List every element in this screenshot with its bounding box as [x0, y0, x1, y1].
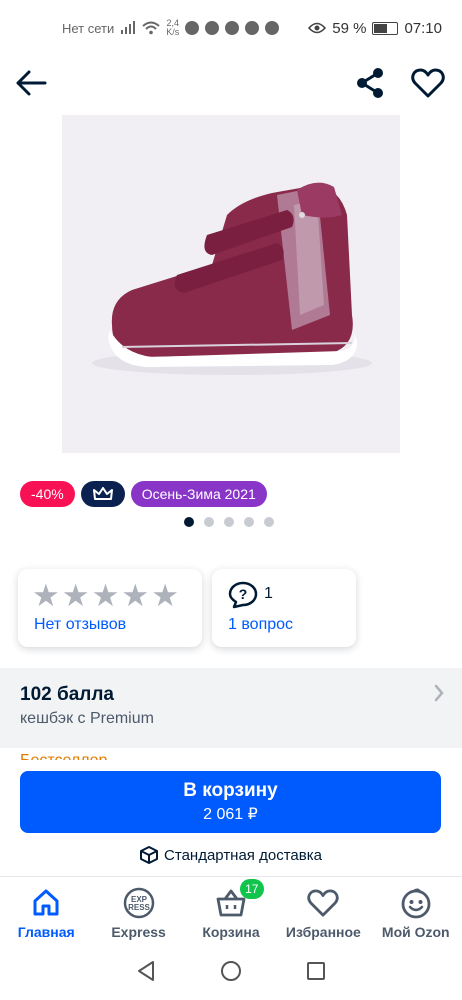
circle-home-icon: [221, 960, 241, 981]
box-icon: [140, 846, 159, 864]
premium-badge: [80, 481, 125, 507]
chrome-icon: [185, 21, 200, 35]
nav-profile-label: Мой Ozon: [381, 924, 450, 940]
status-bar: Нет сети 2,4 K/s 59 % 07:10: [0, 0, 462, 56]
add-to-cart-button[interactable]: В корзину 2 061 ₽: [20, 771, 441, 833]
rating-card[interactable]: ★ ★ ★ ★ ★ Нет отзывов: [18, 569, 202, 647]
questions-card[interactable]: ? 1 1 вопрос: [212, 569, 356, 647]
home-icon: [31, 887, 61, 919]
nav-favorites[interactable]: Избранное: [277, 877, 369, 946]
system-nav-bar: [0, 946, 462, 1000]
cashback-row[interactable]: 102 балла кешбэк с Premium: [0, 668, 462, 748]
system-home-button[interactable]: [220, 960, 242, 987]
system-back-button[interactable]: [136, 960, 156, 987]
carousel-dot[interactable]: [184, 517, 194, 527]
signal-icon: [121, 21, 136, 34]
express-icon: EXP RESS: [123, 887, 155, 919]
add-to-cart-label: В корзину: [183, 780, 278, 801]
arrow-left-icon: [16, 70, 47, 96]
question-bubble-icon: ?: [228, 581, 258, 614]
nav-cart-label: Корзина: [202, 924, 260, 940]
cashback-points: 102 балла: [20, 684, 114, 705]
nav-express-label: Express: [111, 924, 166, 940]
carousel-dot[interactable]: [244, 517, 254, 527]
carousel-dot[interactable]: [224, 517, 234, 527]
carousel-dot[interactable]: [264, 517, 274, 527]
questions-link[interactable]: 1 вопрос: [228, 616, 293, 634]
rating-stars: ★ ★ ★ ★ ★: [32, 578, 179, 613]
back-button[interactable]: [12, 64, 50, 102]
nav-favorites-label: Избранное: [285, 924, 361, 940]
questions-count: 1: [264, 585, 273, 602]
share-button[interactable]: [351, 64, 389, 102]
app-bar: [0, 56, 462, 108]
star-icon: ★: [91, 578, 120, 613]
nav-home-label: Главная: [17, 924, 75, 940]
speed-unit: K/s: [166, 27, 180, 37]
system-recents-button[interactable]: [306, 961, 326, 986]
cart-count-badge: 17: [239, 879, 264, 899]
nav-home[interactable]: Главная: [0, 877, 92, 946]
buy-panel: В корзину 2 061 ₽ Стандартная доставка: [0, 760, 462, 876]
network-speed: 2,4 K/s: [166, 19, 179, 37]
smiley-icon: [400, 887, 432, 919]
battery-percent: 59 %: [332, 19, 367, 37]
product-image[interactable]: [62, 115, 400, 453]
chrome-icon: [225, 21, 240, 35]
star-icon: ★: [151, 578, 179, 613]
battery-icon: [372, 21, 399, 35]
clock: 07:10: [404, 19, 442, 37]
star-icon: ★: [32, 578, 60, 613]
season-badge: Осень-Зима 2021: [130, 481, 267, 507]
shoe-illustration: [92, 182, 372, 375]
delivery-info: Стандартная доставка: [0, 846, 462, 864]
heart-icon: [307, 887, 339, 919]
star-icon: ★: [121, 578, 150, 613]
chrome-icon: [205, 21, 220, 35]
carousel-dot[interactable]: [204, 517, 214, 527]
chrome-icon: [245, 21, 260, 35]
reviews-link[interactable]: Нет отзывов: [34, 616, 126, 634]
square-recents-icon: [307, 961, 325, 980]
badges-row: -40% Осень-Зима 2021: [20, 481, 267, 507]
triangle-back-icon: [138, 960, 154, 981]
delivery-text: Стандартная доставка: [164, 846, 322, 864]
carousel-dots[interactable]: [184, 517, 274, 527]
bottom-nav: Главная EXP RESS Express 17 Корзина Избра…: [0, 876, 462, 946]
nav-profile[interactable]: Мой Ozon: [370, 877, 462, 946]
chrome-icon: [265, 21, 280, 35]
battery-level: [374, 23, 388, 33]
network-status: Нет сети: [62, 20, 115, 36]
star-icon: ★: [61, 578, 90, 613]
eye-icon: [308, 22, 327, 34]
nav-cart[interactable]: 17 Корзина: [185, 877, 277, 946]
chevron-right-icon: [434, 684, 444, 707]
price: 2 061 ₽: [203, 806, 258, 823]
nav-express[interactable]: EXP RESS Express: [92, 877, 184, 946]
heart-icon: [411, 68, 445, 98]
wifi-icon: [142, 21, 160, 35]
express-logo-bottom: RESS: [128, 903, 150, 912]
cashback-subtitle: кешбэк с Premium: [20, 710, 154, 727]
crown-icon: [92, 487, 113, 500]
svg-text:?: ?: [239, 586, 248, 602]
favorite-button[interactable]: [409, 64, 447, 102]
discount-badge: -40%: [20, 481, 75, 507]
share-icon: [357, 68, 383, 98]
